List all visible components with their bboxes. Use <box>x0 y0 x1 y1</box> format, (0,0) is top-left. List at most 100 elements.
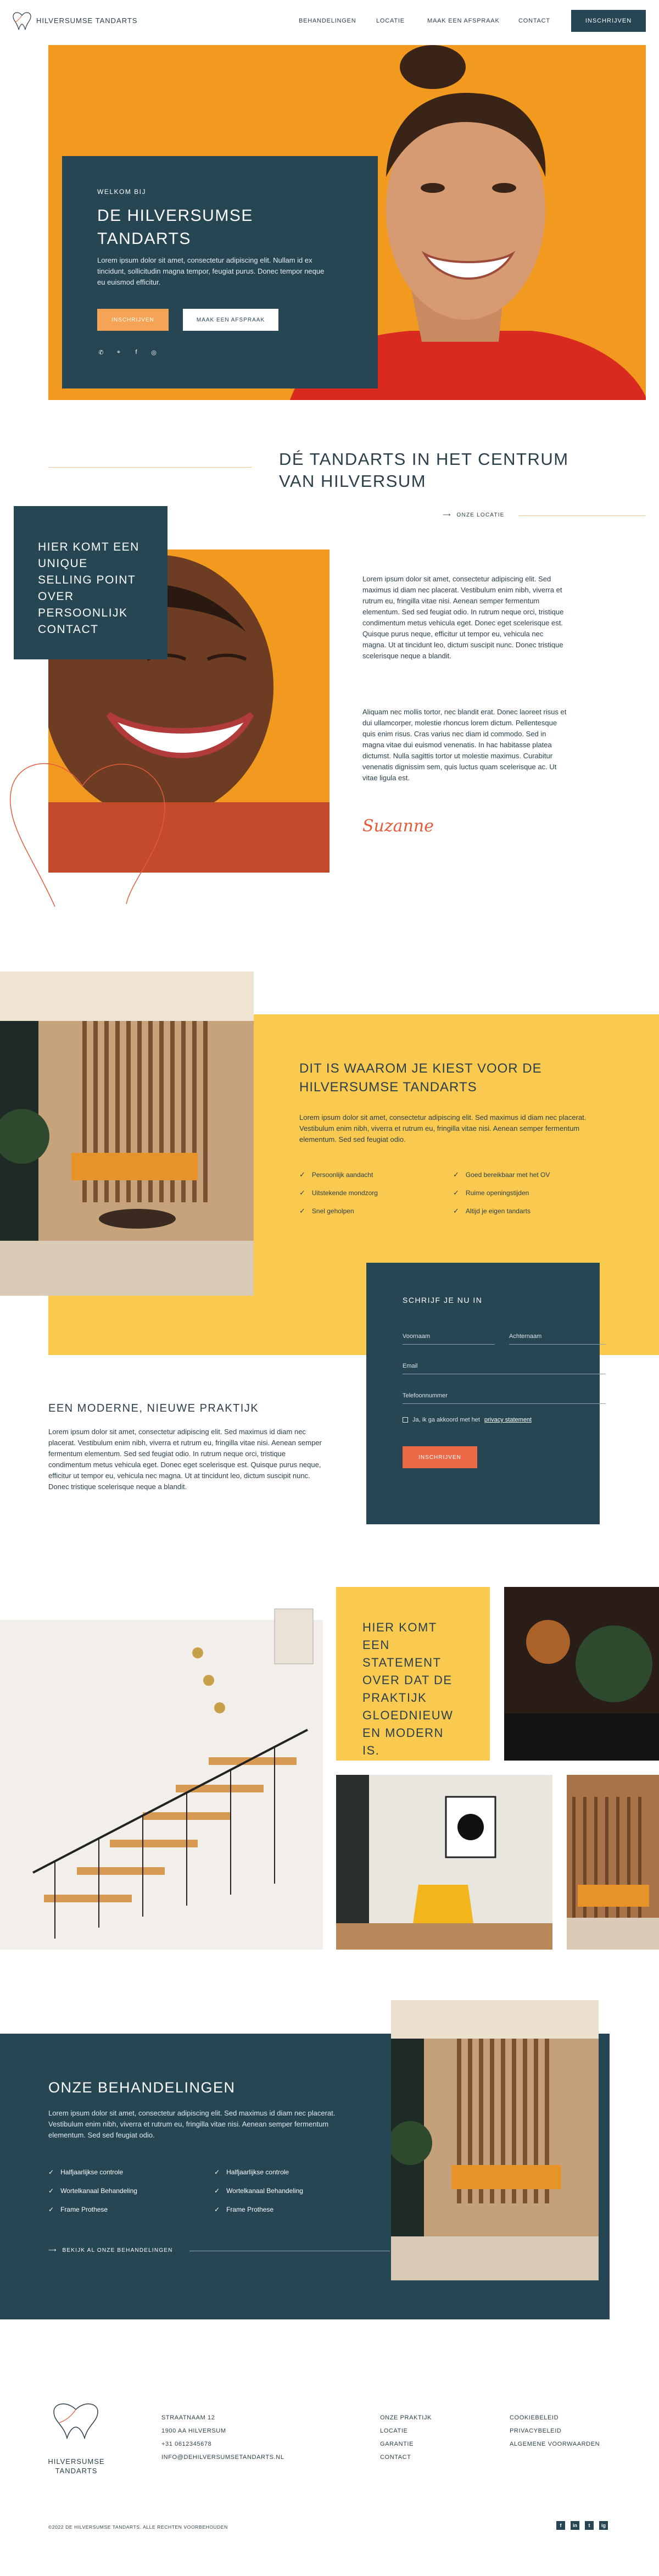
footer-link-contact[interactable]: CONTACT <box>380 2451 432 2464</box>
footer-tooth-heart-logo-icon[interactable] <box>48 2401 103 2439</box>
hero-kicker: WELKOM BIJ <box>97 188 147 196</box>
form-submit-button[interactable]: INSCHRIJVEN <box>403 1446 477 1468</box>
facebook-icon[interactable]: f <box>556 2521 565 2530</box>
treatments-title: ONZE BEHANDELINGEN <box>48 2079 236 2096</box>
nav-item-behandelingen[interactable]: BEHANDELINGEN <box>299 18 356 24</box>
footer-link-locatie[interactable]: LOCATIE <box>380 2424 432 2438</box>
instagram-icon[interactable]: ig <box>599 2521 608 2530</box>
phone-icon[interactable]: ✆ <box>97 348 105 356</box>
consent-text: Ja, ik ga akkoord met het <box>412 1417 480 1423</box>
check-icon: ✓ <box>214 2187 220 2195</box>
footer-link-privacybeleid[interactable]: PRIVACYBELEID <box>510 2424 600 2438</box>
waiting-room-image <box>0 971 254 1296</box>
nav-item-locatie[interactable]: LOCATIE <box>376 18 405 24</box>
hero-appointment-button[interactable]: MAAK EEN AFSPRAAK <box>183 309 278 331</box>
location-link-label: ONZE LOCATIE <box>456 512 505 518</box>
twitter-icon[interactable]: t <box>585 2521 594 2530</box>
footer-brand-name: HILVERSUMSE TANDARTS <box>48 2457 105 2475</box>
location-icon[interactable]: ⌖ <box>115 348 122 356</box>
check-item: ✓ Altijd je eigen tandarts <box>453 1207 530 1215</box>
form-title: SCHRIJF JE NU IN <box>403 1296 483 1304</box>
nav-item-contact[interactable]: CONTACT <box>518 18 550 24</box>
check-icon: ✓ <box>299 1189 305 1197</box>
treatments-text: Lorem ipsum dolor sit amet, consectetur … <box>48 2109 336 2139</box>
phone-field[interactable]: Telefoonnummer <box>403 1392 448 1399</box>
intro-title: DÉ TANDARTS IN HET CENTRUM VAN HILVERSUM <box>279 449 569 491</box>
phone-underline <box>403 1403 606 1404</box>
statement-card: HIER KOMT EEN STATEMENT OVER DAT DE PRAK… <box>336 1587 490 1761</box>
footer-address: STRAATNAAM 12 1900 AA HILVERSUM +31 0612… <box>161 2411 284 2464</box>
treatment-item: ✓ Wortelkanaal Behandeling <box>48 2187 137 2195</box>
hero-card: WELKOM BIJ DE HILVERSUMSE TANDARTS Lorem… <box>62 156 378 388</box>
tooth-heart-logo-icon[interactable] <box>11 11 33 31</box>
treatment-item: ✓ Halfjaarlijkse controle <box>48 2168 124 2176</box>
heart-line-decoration <box>10 763 165 907</box>
last-name-field[interactable]: Achternaam <box>509 1333 541 1340</box>
check-icon: ✓ <box>453 1170 459 1179</box>
footer-link-garantie[interactable]: GARANTIE <box>380 2438 432 2451</box>
footer-social-row: f in t ig <box>556 2521 608 2530</box>
check-icon: ✓ <box>48 2187 54 2195</box>
page: HILVERSUMSE TANDARTS BEHANDELINGEN LOCAT… <box>0 0 659 2576</box>
address-street: STRAATNAAM 12 <box>161 2414 215 2421</box>
address-phone[interactable]: +31 0612345678 <box>161 2438 284 2451</box>
footer-link-voorwaarden[interactable]: ALGEMENE VOORWAARDEN <box>510 2438 600 2451</box>
check-item: ✓ Goed bereikbaar met het OV <box>453 1170 550 1179</box>
signature: Suzanne <box>362 817 434 836</box>
email-field[interactable]: Email <box>403 1363 418 1369</box>
why-title: DIT IS WAAROM JE KIEST VOOR DE HILVERSUM… <box>299 1061 542 1095</box>
treatment-item: ✓ Halfjaarlijkse controle <box>214 2168 289 2176</box>
interior-image <box>391 2000 599 2280</box>
footer-links-legal: COOKIEBELEID PRIVACYBELEID ALGEMENE VOOR… <box>510 2411 600 2451</box>
check-item: ✓ Persoonlijk aandacht <box>299 1170 373 1179</box>
instagram-icon[interactable]: ◎ <box>150 348 158 356</box>
dark-lounge-image <box>504 1587 659 1761</box>
yellow-chair-image <box>336 1775 552 1950</box>
why-text: Lorem ipsum dolor sit amet, consectetur … <box>299 1113 587 1143</box>
check-item: ✓ Uitstekende mondzorg <box>299 1189 378 1197</box>
checkbox-icon[interactable] <box>403 1417 408 1423</box>
copyright: ©2022 DE HILVERSUMSE TANDARTS. ALLE RECH… <box>48 2524 228 2530</box>
check-icon: ✓ <box>214 2206 220 2213</box>
treatment-item: ✓ Frame Prothese <box>214 2206 274 2213</box>
brand-name[interactable]: HILVERSUMSE TANDARTS <box>36 16 137 25</box>
privacy-statement-link[interactable]: privacy statement <box>484 1417 532 1423</box>
footer-links-practice: ONZE PRAKTIJK LOCATIE GARANTIE CONTACT <box>380 2411 432 2464</box>
arrow-right-icon: ⟶ <box>443 512 451 518</box>
consent-checkbox[interactable]: Ja, ik ga akkoord met het privacy statem… <box>403 1417 532 1423</box>
site-header: HILVERSUMSE TANDARTS BEHANDELINGEN LOCAT… <box>0 0 659 42</box>
check-icon: ✓ <box>453 1189 459 1197</box>
check-item: ✓ Snel geholpen <box>299 1207 354 1215</box>
linkedin-icon[interactable]: in <box>571 2521 579 2530</box>
all-treatments-link-label: BEKIJK AL ONZE BEHANDELINGEN <box>62 2247 173 2253</box>
location-link[interactable]: ⟶ ONZE LOCATIE <box>443 512 505 518</box>
last-name-underline <box>509 1344 606 1345</box>
staircase-image <box>0 1587 323 1950</box>
intro-paragraph-2: Aliquam nec mollis tortor, nec blandit e… <box>362 708 567 782</box>
intro-divider-right <box>519 515 645 516</box>
nav-item-afspraak[interactable]: MAAK EEN AFSPRAAK <box>427 18 500 24</box>
signup-form: SCHRIJF JE NU IN Voornaam Achternaam Ema… <box>366 1263 606 1524</box>
header-signup-button[interactable]: INSCHRIJVEN <box>571 10 646 32</box>
all-treatments-link[interactable]: ⟶ BEKIJK AL ONZE BEHANDELINGEN <box>48 2247 173 2253</box>
first-name-underline <box>403 1344 495 1345</box>
address-email[interactable]: INFO@DEHILVERSUMSETANDARTS.NL <box>161 2451 284 2464</box>
check-icon: ✓ <box>299 1170 305 1179</box>
treatment-item: ✓ Frame Prothese <box>48 2206 108 2213</box>
wood-wall-image <box>567 1775 659 1950</box>
check-icon: ✓ <box>48 2168 54 2176</box>
practice-title: EEN MODERNE, NIEUWE PRAKTIJK <box>48 1402 259 1414</box>
hero-social-row: ✆ ⌖ f ◎ <box>97 348 158 356</box>
usp-card: HIER KOMT EEN UNIQUE SELLING POINT OVER … <box>14 506 167 659</box>
facebook-icon[interactable]: f <box>132 348 140 356</box>
intro-divider-left <box>48 467 252 468</box>
first-name-field[interactable]: Voornaam <box>403 1333 430 1340</box>
intro-paragraph-1: Lorem ipsum dolor sit amet, consectetur … <box>362 575 564 660</box>
footer-link-praktijk[interactable]: ONZE PRAKTIJK <box>380 2411 432 2424</box>
check-icon: ✓ <box>214 2168 220 2176</box>
check-icon: ✓ <box>299 1207 305 1215</box>
address-city: 1900 AA HILVERSUM <box>161 2428 226 2434</box>
treatment-item: ✓ Wortelkanaal Behandeling <box>214 2187 303 2195</box>
hero-signup-button[interactable]: INSCHRIJVEN <box>97 309 169 331</box>
footer-link-cookiebeleid[interactable]: COOKIEBELEID <box>510 2411 600 2424</box>
